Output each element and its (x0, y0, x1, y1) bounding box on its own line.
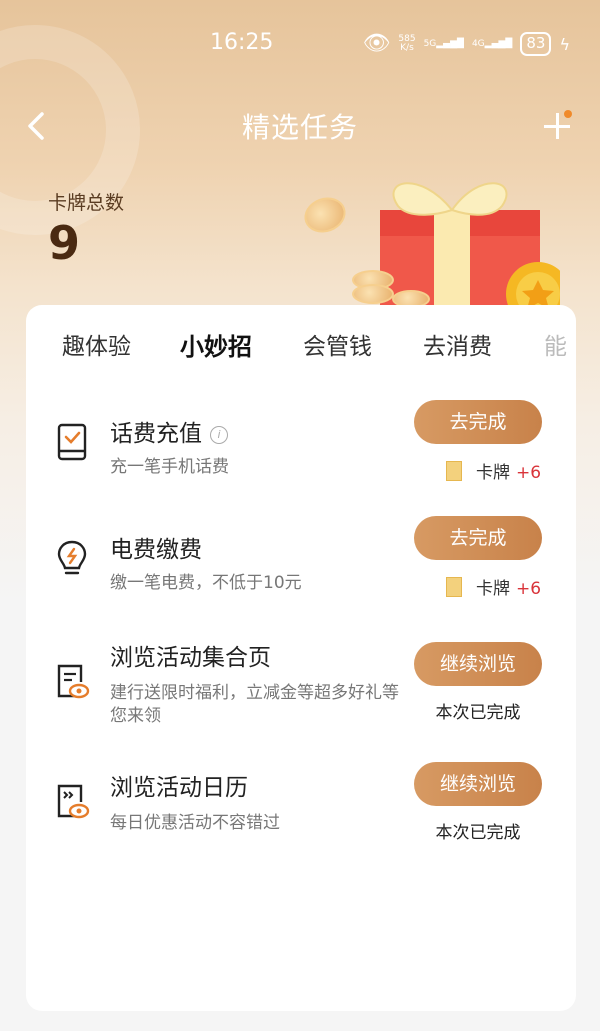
tab-tips[interactable]: 小妙招 (180, 327, 252, 362)
reward-value: +6 (516, 579, 542, 599)
continue-browse-button[interactable]: 继续浏览 (414, 642, 542, 686)
eye-icon: 👁 (362, 31, 391, 56)
reward-value: +6 (516, 463, 542, 483)
status-time: 16:25 (210, 30, 274, 55)
status-bar: 16:25 👁 585 K/s 5G▂▄▆█ 4G▂▄▆█ 83 ϟ (0, 0, 600, 88)
info-icon[interactable]: i (210, 426, 228, 444)
tab-more[interactable]: 能 (544, 327, 567, 361)
phone-recharge-icon (54, 422, 90, 462)
coin-stack-icon (352, 284, 394, 304)
task-desc: 建行送限时福利，立减金等超多好礼等您来领 (110, 683, 399, 726)
network-1-label: 5G (423, 39, 437, 49)
task-desc: 缴一笔电费，不低于10元 (110, 573, 302, 593)
battery-level: 83 (526, 34, 546, 52)
task-name: 话费充值 i (110, 414, 228, 448)
task-name-text: 话费充值 (110, 421, 202, 447)
reward-label: 卡牌 (476, 579, 510, 599)
add-button[interactable] (540, 108, 576, 144)
card-total-label: 卡牌总数 (48, 192, 125, 214)
card-total-count: 9 (48, 216, 81, 270)
lightbulb-icon (54, 538, 90, 578)
task-name: 浏览活动集合页 (110, 645, 271, 671)
card-ticket-icon (446, 577, 462, 597)
battery-icon: 83 (520, 32, 552, 56)
tab-money-management[interactable]: 会管钱 (303, 327, 372, 361)
network-speed: 585 K/s (398, 35, 415, 53)
completed-status: 本次已完成 (435, 703, 521, 723)
task-name: 电费缴费 (110, 537, 202, 563)
reward: 卡牌 +6 (446, 574, 541, 599)
task-panel: 趣体验 小妙招 会管钱 去消费 能 话费充值 i 充一笔手机话费 去完成 卡牌 +6 (26, 305, 576, 1011)
task-name: 浏览活动日历 (110, 775, 248, 801)
signal-4g-icon: 4G▂▄▆█ (471, 39, 513, 49)
notification-dot (564, 110, 572, 118)
page-title: 精选任务 (241, 111, 358, 144)
reward-label: 卡牌 (476, 463, 510, 483)
tab-fun-experience[interactable]: 趣体验 (62, 327, 131, 361)
continue-browse-button[interactable]: 继续浏览 (414, 762, 542, 806)
speed-unit: K/s (400, 43, 414, 53)
network-2-label: 4G (471, 39, 485, 49)
tab-consumption[interactable]: 去消费 (423, 327, 492, 361)
task-desc: 每日优惠活动不容错过 (110, 813, 280, 833)
reward: 卡牌 +6 (446, 458, 541, 483)
category-tabs: 趣体验 小妙招 会管钱 去消费 能 (26, 305, 576, 385)
coin-icon (299, 191, 351, 239)
charging-icon: ϟ (559, 34, 570, 54)
document-eye-icon (54, 662, 90, 702)
task-desc: 充一笔手机话费 (110, 457, 229, 477)
complete-button[interactable]: 去完成 (414, 516, 542, 560)
signal-5g-icon: 5G▂▄▆█ (423, 39, 464, 49)
complete-button[interactable]: 去完成 (414, 400, 542, 444)
status-icons: 👁 585 K/s 5G▂▄▆█ 4G▂▄▆█ 83 ϟ (362, 32, 570, 56)
card-ticket-icon (446, 461, 462, 481)
calendar-eye-icon (54, 782, 90, 822)
completed-status: 本次已完成 (435, 823, 521, 843)
